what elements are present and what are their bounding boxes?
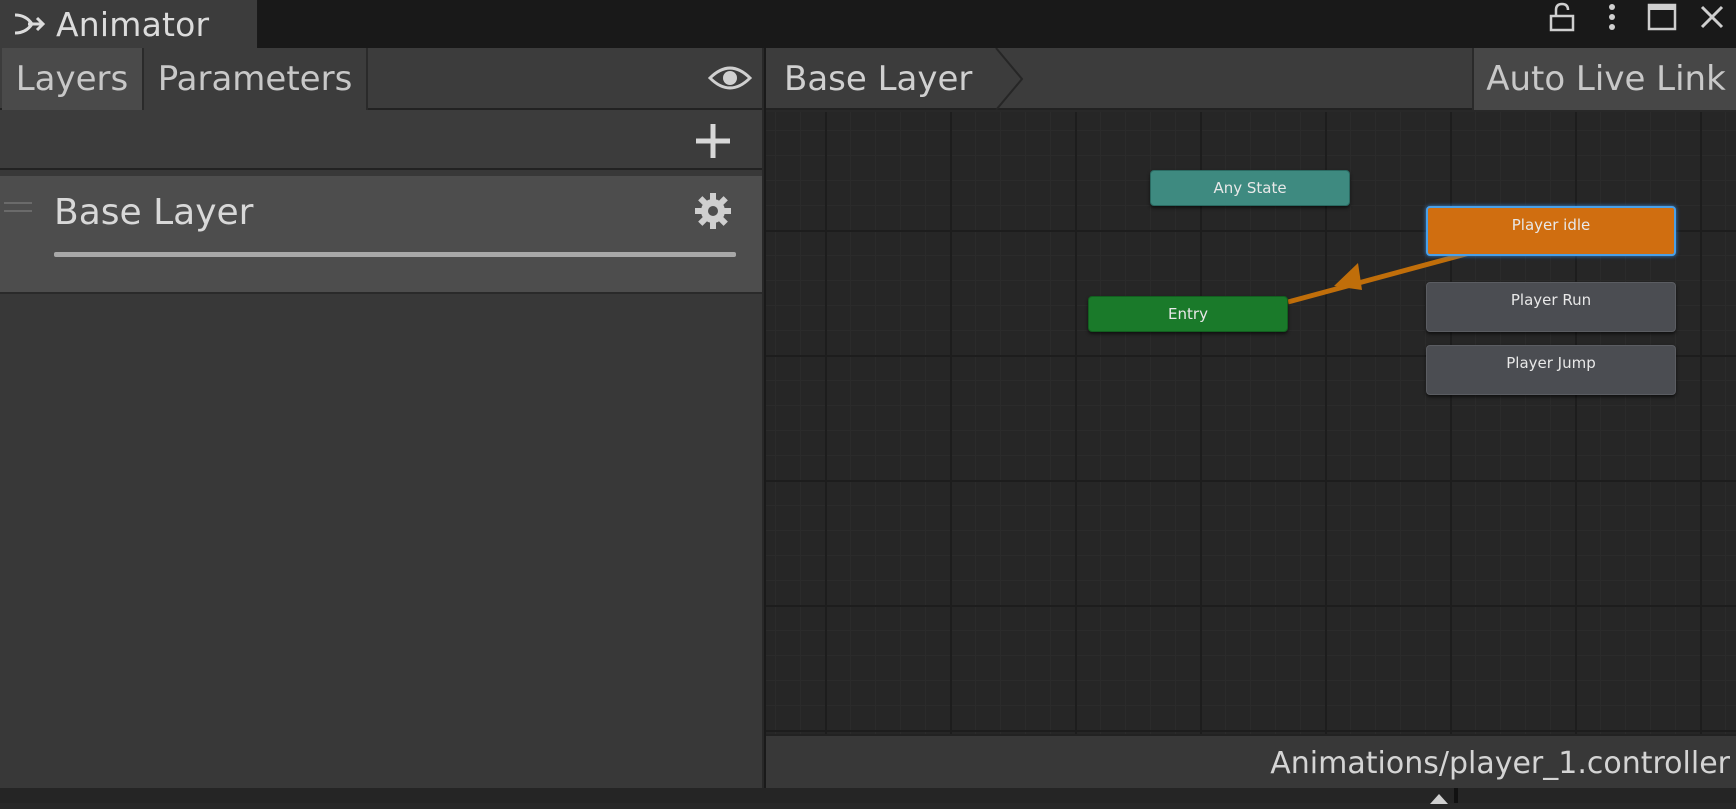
window-tab-bar: Animator — [0, 0, 1736, 48]
tab-parameters[interactable]: Parameters — [144, 48, 368, 110]
graph-panel: Base Layer Auto Live Link Any State Entr… — [764, 47, 1736, 788]
gear-icon[interactable] — [694, 192, 732, 230]
animator-window-tab[interactable]: Animator — [0, 0, 258, 48]
layer-item[interactable]: Base Layer — [0, 176, 762, 294]
transition-arrow-icon — [1334, 263, 1362, 290]
controller-asset-path: Animations/player_1.controller — [1270, 746, 1730, 781]
player-run-state[interactable]: Player Run — [1426, 282, 1676, 332]
layer-name: Base Layer — [54, 192, 254, 233]
player-jump-state[interactable]: Player Jump — [1426, 345, 1676, 395]
left-toolbar: Layers Parameters — [0, 48, 762, 110]
layers-panel: Layers Parameters Base Layer — [0, 48, 762, 788]
breadcrumb-arrow-icon — [994, 47, 1024, 111]
window-title: Animator — [56, 4, 210, 44]
player-idle-state[interactable]: Player idle — [1426, 206, 1676, 256]
status-bar: Animations/player_1.controller — [766, 734, 1736, 788]
animator-icon — [12, 9, 46, 39]
bottom-scrollbar[interactable] — [0, 788, 1736, 804]
lock-icon[interactable] — [1544, 0, 1580, 34]
state-machine-graph[interactable]: Any State Entry Player idle Player Run P… — [766, 112, 1736, 734]
scroll-track — [1454, 788, 1458, 803]
breadcrumb[interactable]: Base Layer — [766, 48, 1026, 110]
maximize-icon[interactable] — [1644, 0, 1680, 34]
window-controls — [1530, 0, 1730, 34]
more-icon[interactable] — [1594, 0, 1630, 34]
tab-layers[interactable]: Layers — [2, 48, 144, 110]
add-layer-row — [0, 110, 762, 170]
any-state-node[interactable]: Any State — [1150, 170, 1350, 206]
layer-weight-bar — [54, 252, 736, 257]
add-layer-plus-icon[interactable] — [694, 122, 732, 160]
scroll-up-arrow-icon[interactable] — [1424, 790, 1454, 804]
drag-handle-icon[interactable] — [4, 198, 32, 212]
eye-icon[interactable] — [707, 64, 753, 92]
auto-live-link-button[interactable]: Auto Live Link — [1472, 48, 1736, 110]
entry-node[interactable]: Entry — [1088, 296, 1288, 332]
breadcrumb-bar: Base Layer Auto Live Link — [766, 47, 1736, 111]
close-icon[interactable] — [1694, 0, 1730, 34]
